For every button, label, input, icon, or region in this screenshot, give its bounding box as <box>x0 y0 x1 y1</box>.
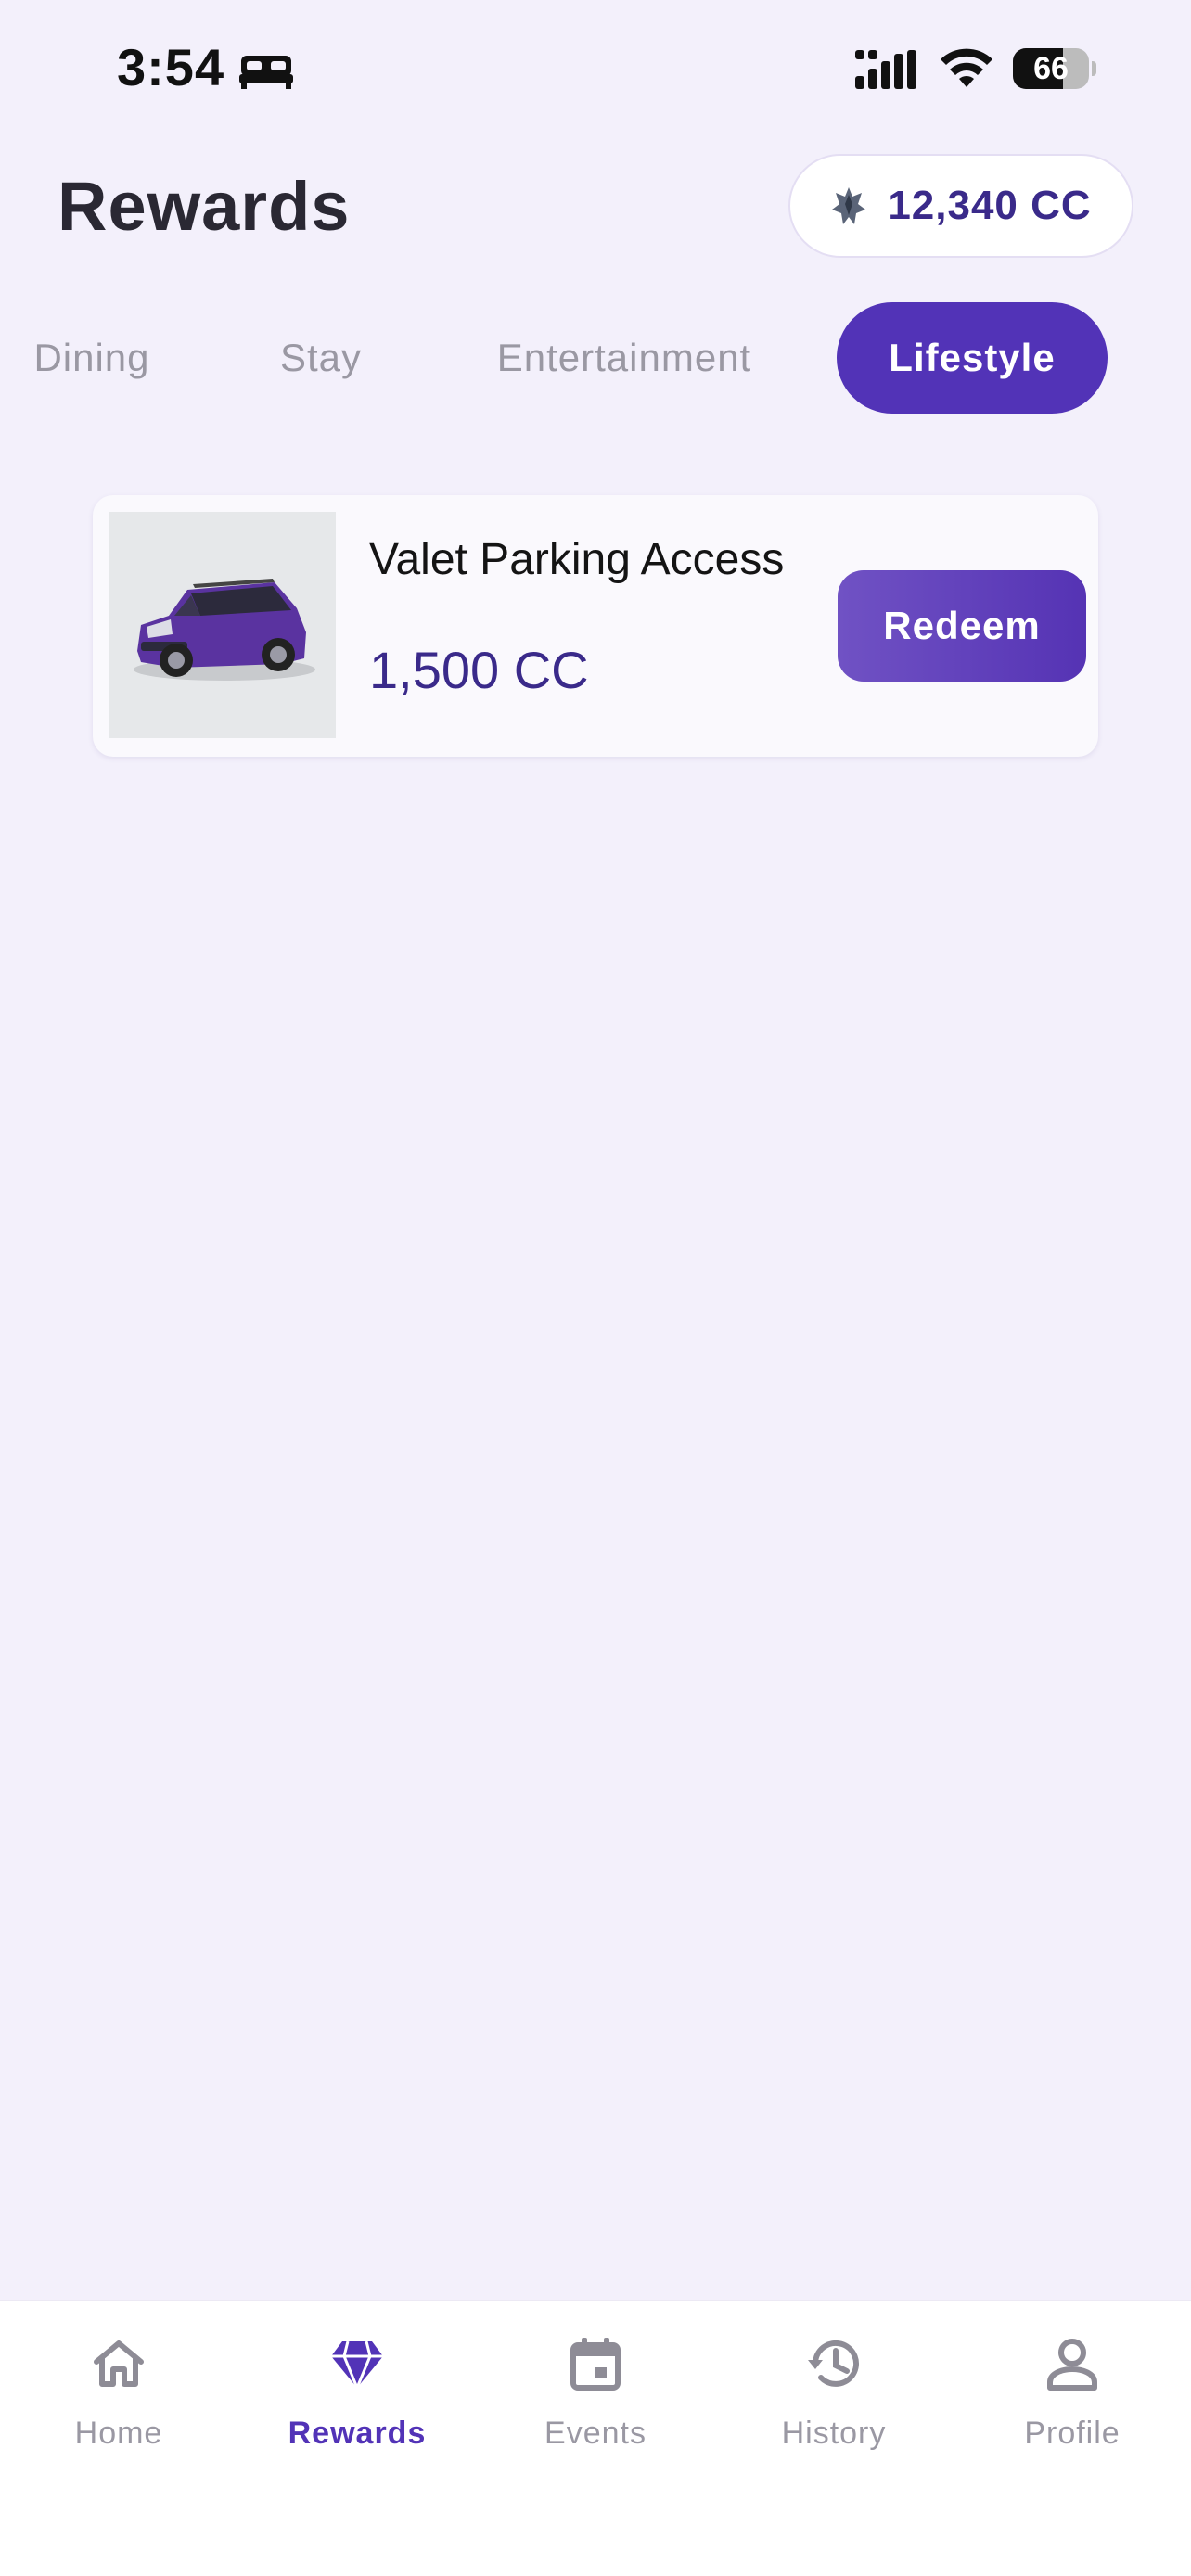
nav-events-label: Events <box>544 2416 647 2451</box>
calendar-icon <box>570 2338 621 2391</box>
car-icon <box>134 579 315 681</box>
reward-title: Valet Parking Access <box>369 535 785 584</box>
reward-image <box>109 512 336 738</box>
nav-profile[interactable]: Profile <box>970 2334 1174 2473</box>
battery-icon: 66 <box>1013 48 1096 89</box>
history-icon <box>808 2340 859 2387</box>
page-title: Rewards <box>58 168 351 245</box>
tab-dining[interactable]: Dining <box>32 302 152 414</box>
home-icon <box>94 2340 144 2387</box>
nav-home-label: Home <box>74 2416 163 2451</box>
status-bar: 3:54 66 <box>0 0 1191 139</box>
reward-cost: 1,500 CC <box>369 641 589 699</box>
reward-card[interactable]: Valet Parking Access 1,500 CC Redeem <box>93 495 1098 757</box>
coin-icon <box>832 187 866 224</box>
battery-level: 66 <box>1033 51 1069 86</box>
tab-lifestyle[interactable]: Lifestyle <box>837 302 1108 414</box>
wifi-icon <box>941 48 992 87</box>
nav-profile-label: Profile <box>1024 2416 1121 2451</box>
diamond-icon <box>331 2340 383 2391</box>
nav-events[interactable]: Events <box>493 2334 698 2473</box>
bed-icon <box>239 56 293 89</box>
profile-icon <box>1047 2339 1097 2391</box>
nav-rewards-label: Rewards <box>288 2416 427 2451</box>
rewards-screen: 3:54 66 Rewards 12,340 CC Dining Stay En… <box>0 0 1191 2576</box>
category-tabs: Dining Stay Entertainment Lifestyle <box>0 302 1191 415</box>
balance-badge[interactable]: 12,340 CC <box>788 154 1133 258</box>
status-time: 3:54 <box>117 38 225 96</box>
signal-icon <box>855 50 916 89</box>
balance-amount: 12,340 CC <box>888 183 1092 228</box>
redeem-button[interactable]: Redeem <box>838 570 1086 682</box>
tab-stay[interactable]: Stay <box>275 302 367 414</box>
nav-history-label: History <box>781 2416 887 2451</box>
tab-entertainment[interactable]: Entertainment <box>490 302 759 414</box>
nav-home[interactable]: Home <box>17 2334 221 2473</box>
nav-history[interactable]: History <box>732 2334 936 2473</box>
nav-rewards[interactable]: Rewards <box>255 2334 459 2473</box>
bottom-nav: Home Rewards Events History Profile <box>0 2300 1191 2576</box>
